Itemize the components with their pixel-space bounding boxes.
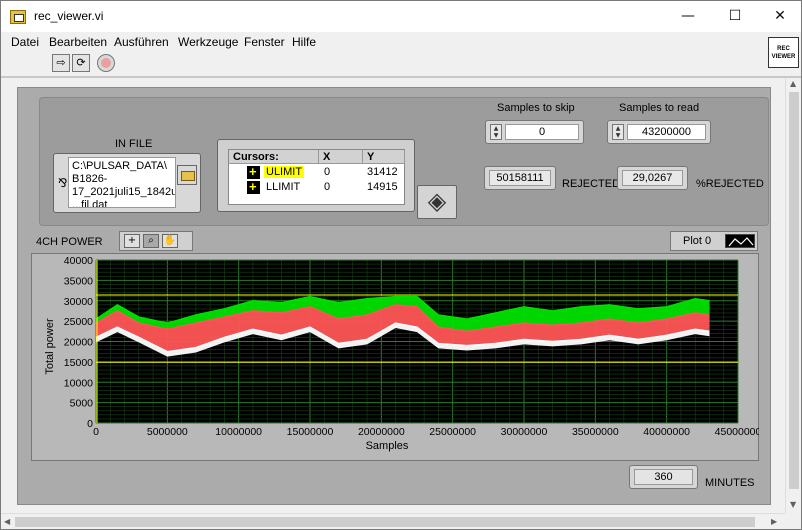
- y-tick-label: 25000: [64, 316, 93, 328]
- x-tick-label: 10000000: [215, 426, 262, 438]
- plot-legend-sample-icon: [725, 234, 755, 248]
- y-tick-label: 10000: [64, 377, 93, 389]
- pct-rejected-value: 29,0267: [622, 170, 683, 186]
- pan-hand-icon[interactable]: ✋: [162, 234, 178, 248]
- window-title: rec_viewer.vi: [34, 9, 104, 23]
- x-tick-label: 45000000: [715, 426, 759, 438]
- menu-bearbeiten[interactable]: Bearbeiten: [49, 35, 107, 49]
- tool-bar: ⇨ ⟳: [1, 52, 801, 76]
- samples-to-skip-stepper[interactable]: ▲ ▼: [490, 124, 502, 140]
- plot-legend-name: Plot 0: [683, 235, 712, 247]
- cursor-llimit-y: 14915: [367, 181, 398, 193]
- samples-to-skip-control: ▲ ▼ 0: [485, 120, 584, 144]
- x-tick-label: 15000000: [287, 426, 334, 438]
- scroll-down-icon[interactable]: ▼: [790, 500, 796, 509]
- vertical-scroll-thumb[interactable]: [789, 92, 799, 489]
- menu-werkzeuge[interactable]: Werkzeuge: [178, 35, 238, 49]
- y-tick-label: 35000: [64, 275, 93, 287]
- scroll-right-icon[interactable]: ▶: [771, 517, 777, 526]
- cursor-col-y: Y: [363, 150, 405, 164]
- infile-path-field[interactable]: C:\PULSAR_DATA\ B1826- 17_2021juli15_184…: [68, 157, 176, 208]
- cursor-llimit-name[interactable]: LLIMIT: [266, 181, 300, 193]
- cursor-llimit-x: 0: [324, 181, 331, 193]
- horizontal-scrollbar[interactable]: ◀ ▶: [1, 513, 785, 529]
- toolbar-separator: [1, 76, 801, 78]
- run-arrow-icon[interactable]: ⇨: [52, 54, 70, 72]
- pct-rejected-label: %REJECTED: [696, 178, 764, 190]
- scroll-left-icon[interactable]: ◀: [4, 517, 10, 526]
- labview-app-icon: [10, 10, 26, 24]
- browse-folder-icon[interactable]: [177, 165, 197, 185]
- cursor-move-icon[interactable]: ◈: [417, 185, 457, 219]
- graph-palette: + ⌕ ✋: [119, 231, 193, 251]
- cursor-ulimit-icon[interactable]: [247, 164, 260, 179]
- vi-icon: REC VIEWER: [768, 37, 799, 68]
- pct-rejected-indicator: 29,0267: [617, 166, 688, 190]
- x-tick-label: 20000000: [358, 426, 405, 438]
- minutes-label: MINUTES: [705, 477, 755, 489]
- menu-datei[interactable]: Datei: [11, 35, 39, 49]
- menu-hilfe[interactable]: Hilfe: [292, 35, 316, 49]
- title-bar: rec_viewer.vi — ☐ ✕: [1, 1, 801, 32]
- infile-label: IN FILE: [115, 138, 153, 150]
- cursor-ulimit-x: 0: [324, 166, 331, 178]
- rejected-label: REJECTED: [562, 178, 621, 190]
- menu-fenster[interactable]: Fenster: [244, 35, 285, 49]
- samples-to-skip-input[interactable]: 0: [505, 124, 579, 140]
- x-axis-label: Samples: [366, 440, 409, 452]
- x-tick-label: 25000000: [429, 426, 476, 438]
- y-axis-label: Total power: [44, 318, 56, 375]
- menu-ausfuehren[interactable]: Ausführen: [114, 35, 169, 49]
- samples-to-read-input[interactable]: 43200000: [627, 124, 706, 140]
- cursor-col-name: Cursors:: [229, 150, 319, 164]
- labview-window: rec_viewer.vi — ☐ ✕ Datei Bearbeiten Aus…: [0, 0, 802, 530]
- x-tick-label: 40000000: [643, 426, 690, 438]
- run-continuous-icon[interactable]: ⟳: [72, 54, 90, 72]
- samples-to-read-label: Samples to read: [619, 102, 700, 114]
- cursor-col-x: X: [319, 150, 363, 164]
- path-icon: ⅋: [58, 176, 68, 190]
- y-tick-label: 0: [87, 418, 93, 430]
- chart-svg[interactable]: 0 5000000 10000000 15000000 20000000 25000000…: [31, 253, 759, 461]
- graph-label: 4CH POWER: [36, 236, 103, 248]
- zoom-tool-icon[interactable]: ⌕: [143, 234, 159, 248]
- maximize-button[interactable]: ☐: [712, 1, 758, 32]
- vi-icon-line2: VIEWER: [771, 54, 796, 60]
- rejected-value: 50158111: [489, 170, 551, 186]
- y-tick-label: 20000: [64, 337, 93, 349]
- x-tick-label: 35000000: [572, 426, 619, 438]
- x-tick-label: 30000000: [501, 426, 548, 438]
- cursor-ulimit-name[interactable]: ULIMIT: [264, 166, 305, 178]
- scroll-up-icon[interactable]: ▲: [790, 79, 796, 88]
- y-tick-label: 30000: [64, 296, 93, 308]
- x-tick-label: 0: [93, 426, 99, 438]
- samples-to-read-control: ▲ ▼ 43200000: [607, 120, 711, 144]
- menu-bar: Datei Bearbeiten Ausführen Werkzeuge Fen…: [1, 32, 801, 52]
- abort-icon[interactable]: [97, 54, 115, 72]
- cursor-table[interactable]: Cursors: X Y ULIMIT 0 31412 LLIMIT 0 149…: [228, 149, 405, 205]
- cursor-tool-icon[interactable]: +: [124, 234, 140, 248]
- y-tick-label: 40000: [64, 255, 93, 267]
- minutes-indicator: 360: [629, 465, 698, 489]
- cursor-llimit-icon[interactable]: [247, 179, 260, 194]
- x-tick-label: 5000000: [147, 426, 188, 438]
- plot-legend[interactable]: Plot 0: [670, 231, 758, 251]
- rejected-indicator: 50158111: [484, 166, 556, 190]
- y-tick-label: 5000: [70, 398, 94, 410]
- vertical-scrollbar[interactable]: ▲ ▼: [785, 78, 801, 513]
- vi-icon-line1: REC: [777, 46, 790, 52]
- horizontal-scroll-thumb[interactable]: [15, 517, 755, 527]
- close-button[interactable]: ✕: [757, 1, 802, 32]
- minimize-button[interactable]: —: [665, 1, 711, 32]
- minutes-value: 360: [634, 469, 693, 485]
- cursor-ulimit-y: 31412: [367, 166, 398, 178]
- samples-to-skip-label: Samples to skip: [497, 102, 575, 114]
- samples-to-read-stepper[interactable]: ▲ ▼: [612, 124, 624, 140]
- y-tick-label: 15000: [64, 357, 93, 369]
